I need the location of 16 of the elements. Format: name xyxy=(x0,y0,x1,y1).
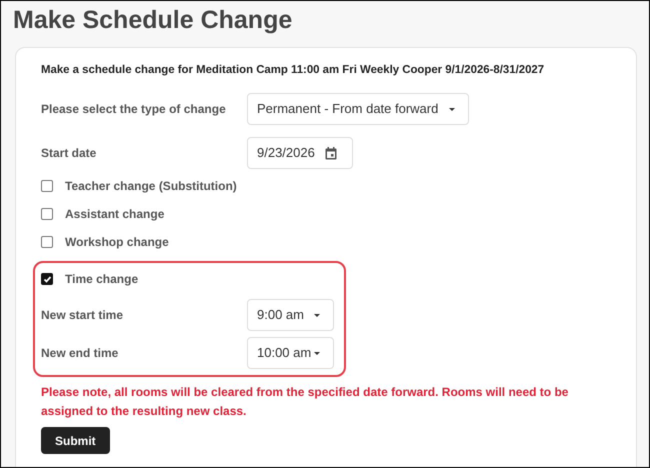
field-label: Please select the type of change xyxy=(41,101,227,118)
dropdown[interactable]: 10:00 am xyxy=(247,337,334,369)
checkbox-label: Assistant change xyxy=(65,206,164,223)
checkbox-label: Teacher change (Substitution) xyxy=(65,178,237,195)
page-title: Make Schedule Change xyxy=(13,5,292,35)
field-label: Start date xyxy=(41,145,98,162)
dropdown[interactable]: 9:00 am xyxy=(247,299,334,331)
field-label: New end time xyxy=(41,345,120,362)
checkbox-label: Time change xyxy=(65,271,138,288)
warning-note: Please note, all rooms will be cleared from the specified date forward. Rooms will need to be assigned to the resulting new class. xyxy=(41,384,570,420)
date-field[interactable]: 9/23/2026 xyxy=(247,137,353,169)
dropdown[interactable]: Permanent - From date forward xyxy=(247,93,469,125)
form-heading: Make a schedule change for Meditation Camp 11:00 am Fri Weekly Cooper 9/1/2026-8/31/2027 xyxy=(41,63,546,78)
checkbox-label: Workshop change xyxy=(65,234,169,251)
field-label: New start time xyxy=(41,307,124,324)
submit-button[interactable]: Submit xyxy=(41,427,110,454)
